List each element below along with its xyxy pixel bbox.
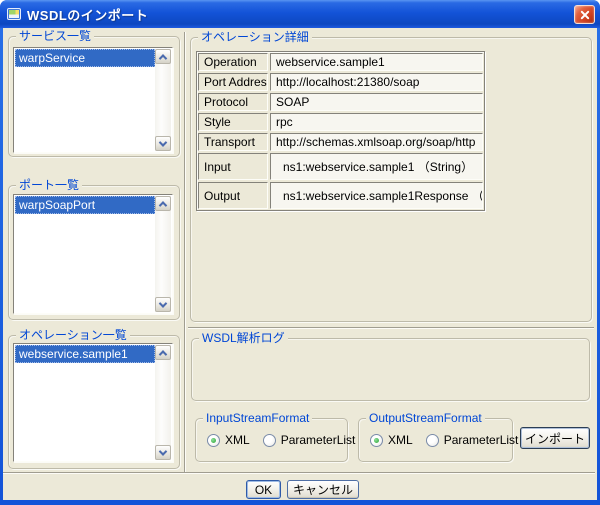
import-button[interactable]: インポート: [520, 427, 590, 449]
chevron-down-icon: [159, 447, 167, 455]
list-item[interactable]: warpService: [15, 49, 155, 67]
radio-xml-label: XML: [225, 433, 250, 447]
detail-value: http://schemas.xmlsoap.org/soap/http: [270, 133, 483, 151]
detail-value: ns1:webservice.sample1 （String）: [270, 153, 483, 180]
detail-key: Input: [198, 153, 268, 180]
chevron-down-icon: [159, 299, 167, 307]
operations-group-label: オペレーション一覧: [16, 328, 130, 342]
wsdl-log-group: WSDL解析ログ: [191, 338, 590, 401]
radio-parameterlist-label: ParameterList: [444, 433, 519, 447]
detail-key: Output: [198, 182, 268, 209]
window-icon: [6, 6, 22, 22]
detail-value: webservice.sample1: [270, 53, 483, 71]
chevron-down-icon: [159, 138, 167, 146]
detail-key: Transport: [198, 133, 268, 151]
radio-xml[interactable]: [207, 434, 220, 447]
scroll-up-button[interactable]: [155, 196, 171, 211]
ok-button[interactable]: OK: [246, 480, 281, 499]
radio-parameterlist-label: ParameterList: [281, 433, 356, 447]
scroll-up-button[interactable]: [155, 345, 171, 360]
services-group-label: サービス一覧: [16, 29, 94, 43]
ports-scrollbar[interactable]: [155, 196, 171, 312]
services-list[interactable]: warpService: [13, 47, 173, 153]
dialog-body: サービス一覧 warpService ポート一覧 warpSoapPort オペ…: [3, 28, 597, 500]
operation-details-table: Operation webservice.sample1 Port Addres…: [196, 51, 485, 211]
section-divider: [188, 327, 594, 329]
detail-key: Port Address: [198, 73, 268, 91]
close-button[interactable]: [574, 5, 595, 24]
output-stream-format-group: OutputStreamFormat XML ParameterList: [358, 418, 513, 462]
radio-xml[interactable]: [370, 434, 383, 447]
operation-details-label: オペレーション詳細: [198, 30, 312, 44]
footer-divider: [3, 472, 595, 474]
chevron-up-icon: [159, 350, 167, 358]
wsdl-log-label: WSDL解析ログ: [199, 331, 288, 345]
detail-value: ns1:webservice.sample1Response （String）: [270, 182, 483, 209]
chevron-up-icon: [159, 54, 167, 62]
window-title: WSDLのインポート: [27, 5, 148, 24]
scroll-down-button[interactable]: [155, 297, 171, 312]
list-item[interactable]: webservice.sample1: [15, 345, 155, 363]
input-stream-format-group: InputStreamFormat XML ParameterList: [195, 418, 348, 462]
ports-group-label: ポート一覧: [16, 178, 82, 192]
scroll-down-button[interactable]: [155, 445, 171, 460]
output-stream-format-label: OutputStreamFormat: [366, 411, 485, 425]
title-bar[interactable]: WSDLのインポート: [0, 0, 600, 28]
operations-list[interactable]: webservice.sample1: [13, 343, 173, 462]
detail-value: SOAP: [270, 93, 483, 111]
radio-parameterlist[interactable]: [263, 434, 276, 447]
cancel-button[interactable]: キャンセル: [287, 480, 359, 499]
detail-value: rpc: [270, 113, 483, 131]
ports-list[interactable]: warpSoapPort: [13, 194, 173, 314]
list-item[interactable]: warpSoapPort: [15, 196, 155, 214]
scroll-down-button[interactable]: [155, 136, 171, 151]
detail-key: Protocol: [198, 93, 268, 111]
input-stream-format-label: InputStreamFormat: [203, 411, 312, 425]
radio-xml-label: XML: [388, 433, 413, 447]
scroll-up-button[interactable]: [155, 49, 171, 64]
panel-divider: [184, 32, 186, 472]
detail-key: Style: [198, 113, 268, 131]
radio-parameterlist[interactable]: [426, 434, 439, 447]
detail-value: http://localhost:21380/soap: [270, 73, 483, 91]
services-scrollbar[interactable]: [155, 49, 171, 151]
wsdl-import-dialog: WSDLのインポート サービス一覧 warpService ポート一覧 warp…: [0, 0, 600, 505]
chevron-up-icon: [159, 201, 167, 209]
detail-key: Operation: [198, 53, 268, 71]
operations-scrollbar[interactable]: [155, 345, 171, 460]
